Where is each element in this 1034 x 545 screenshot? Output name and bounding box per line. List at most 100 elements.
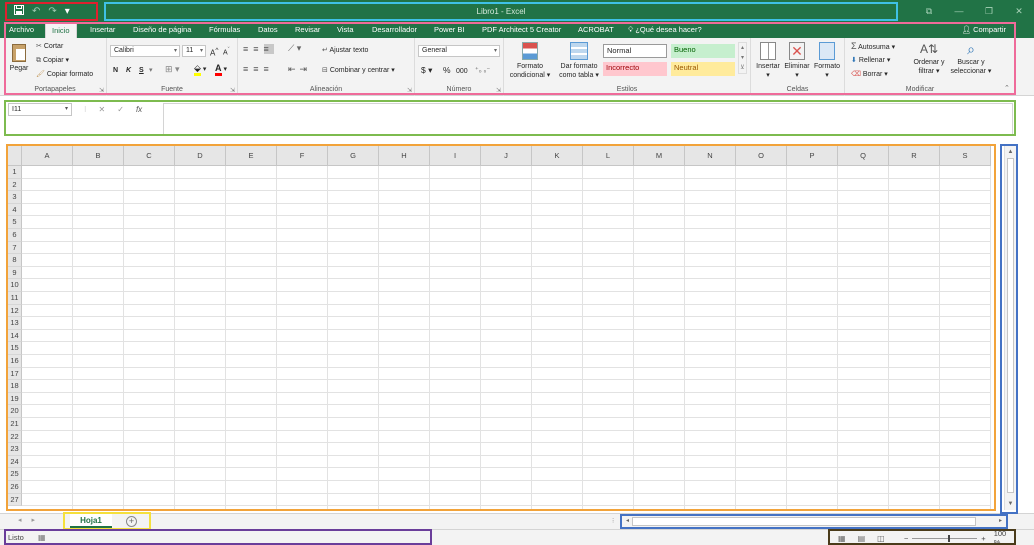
column-header-s[interactable]: S xyxy=(940,146,991,166)
close-button[interactable]: ✕ xyxy=(1004,0,1034,22)
delete-cells-button[interactable]: ✕ Eliminar ▾ xyxy=(782,42,812,80)
style-neutral[interactable]: Neutral xyxy=(671,62,735,76)
column-header-c[interactable]: C xyxy=(124,146,175,166)
add-sheet-button[interactable]: + xyxy=(126,516,137,527)
row-header-10[interactable]: 10 xyxy=(8,279,22,292)
cancel-icon[interactable]: ✕ xyxy=(99,105,106,114)
formula-input[interactable] xyxy=(163,103,1013,136)
minimize-button[interactable]: — xyxy=(944,0,974,22)
percent-button[interactable]: % xyxy=(443,66,451,75)
tab-revisar[interactable]: Revisar xyxy=(295,22,320,38)
fill-button[interactable]: ⬇ Rellenar ▾ xyxy=(851,56,890,65)
zoom-level[interactable]: 100 % xyxy=(994,529,1014,545)
underline-button[interactable]: S xyxy=(139,66,144,75)
row-header-21[interactable]: 21 xyxy=(8,418,22,431)
page-layout-view-icon[interactable]: ▤ xyxy=(858,534,866,543)
tab-archivo[interactable]: Archivo xyxy=(9,22,34,38)
row-header-17[interactable]: 17 xyxy=(8,367,22,381)
share-button[interactable]: 👤︎ Compartir xyxy=(961,22,1006,38)
vertical-align-icons[interactable]: ≡≡≡ xyxy=(243,44,274,54)
zoom-slider-knob[interactable] xyxy=(948,534,951,542)
column-header-b[interactable]: B xyxy=(73,146,124,166)
name-box[interactable]: I11 ▾ xyxy=(8,103,72,116)
check-icon[interactable]: ✓ xyxy=(117,105,124,114)
save-icon[interactable] xyxy=(14,4,24,19)
decimal-icons[interactable]: ⁺₀ ₀⁻ xyxy=(475,66,490,75)
font-size-dropdown[interactable]: 11 ▾ xyxy=(182,45,206,57)
chevron-down-icon[interactable]: ▾ xyxy=(149,66,153,75)
tab-diseno-pagina[interactable]: Diseño de página xyxy=(133,22,191,38)
insert-cells-button[interactable]: Insertar ▾ xyxy=(754,42,782,80)
dialog-launcher-icon[interactable]: ⇲ xyxy=(407,87,412,94)
format-painter-button[interactable]: 🖌︎ Copiar formato xyxy=(36,70,93,79)
customize-qat-icon[interactable]: ▾ xyxy=(65,6,70,18)
zoom-out-icon[interactable]: − xyxy=(904,534,908,543)
format-as-table-button[interactable]: Dar formato como tabla ▾ xyxy=(555,42,603,80)
column-header-o[interactable]: O xyxy=(736,146,787,166)
column-header-q[interactable]: Q xyxy=(838,146,889,166)
row-header-7[interactable]: 7 xyxy=(8,241,22,255)
style-bueno[interactable]: Bueno xyxy=(671,44,735,58)
vertical-scroll-thumb[interactable] xyxy=(1007,158,1014,493)
autosum-button[interactable]: Σ Autosuma ▾ xyxy=(851,42,895,52)
column-header-r[interactable]: R xyxy=(889,146,940,166)
ribbon-display-icon[interactable]: ⧉ xyxy=(914,0,944,22)
column-header-e[interactable]: E xyxy=(226,146,277,166)
page-break-view-icon[interactable]: ◫ xyxy=(877,534,885,543)
borders-icon[interactable]: ⊞ ▾ xyxy=(165,65,180,74)
indent-icons[interactable]: ⇤⇥ xyxy=(288,65,311,74)
normal-view-icon[interactable]: ▦ xyxy=(838,534,846,543)
maximize-button[interactable]: ❐ xyxy=(974,0,1004,22)
row-header-1[interactable]: 1 xyxy=(8,166,22,179)
worksheet-grid[interactable]: A B C D E F G H I J K L M N O P Q R S 1 2 3 4 5 6 7 8 9 10 11 12 13 14 15… xyxy=(8,146,994,510)
column-header-h[interactable]: H xyxy=(379,146,430,166)
sheet-nav-arrows[interactable]: ◂▸ xyxy=(18,516,45,524)
horizontal-scroll-thumb[interactable] xyxy=(632,517,976,526)
row-header-24[interactable]: 24 xyxy=(8,455,22,469)
tell-me-box[interactable]: 💡︎ ¿Qué desea hacer? xyxy=(628,22,702,38)
row-header-4[interactable]: 4 xyxy=(8,203,22,217)
row-header-3[interactable]: 3 xyxy=(8,191,22,204)
row-header-23[interactable]: 23 xyxy=(8,443,22,456)
tab-inicio[interactable]: Inicio xyxy=(45,23,77,38)
styles-gallery-scroll[interactable]: ▴ ▾ ⊻ xyxy=(738,42,747,74)
vertical-scrollbar[interactable]: ▲ ▼ xyxy=(1004,146,1016,510)
column-header-a[interactable]: A xyxy=(22,146,73,166)
number-format-dropdown[interactable]: General ▾ xyxy=(418,45,500,57)
column-header-l[interactable]: L xyxy=(583,146,634,166)
scroll-down-icon[interactable]: ▼ xyxy=(1005,499,1016,509)
scroll-up-icon[interactable]: ▲ xyxy=(1005,147,1016,157)
select-all-button[interactable] xyxy=(8,146,22,166)
row-header-12[interactable]: 12 xyxy=(8,304,22,318)
currency-button[interactable]: $ ▾ xyxy=(421,66,432,75)
column-header-p[interactable]: P xyxy=(787,146,838,166)
font-color-icon[interactable]: A ▾ xyxy=(215,63,227,76)
tab-formulas[interactable]: Fórmulas xyxy=(209,22,240,38)
column-header-j[interactable]: J xyxy=(481,146,532,166)
redo-icon[interactable]: ↷ xyxy=(48,6,56,18)
fill-color-icon[interactable]: ⬙ ▾ xyxy=(194,63,206,76)
horizontal-align-icons[interactable]: ≡≡≡ xyxy=(243,65,274,74)
cut-button[interactable]: ✂ Cortar xyxy=(36,42,63,51)
wrap-text-button[interactable]: ↵ Ajustar texto xyxy=(322,46,368,55)
style-normal[interactable]: Normal xyxy=(603,44,667,58)
macro-record-icon[interactable]: ▦ xyxy=(38,531,46,545)
copy-button[interactable]: ⧉ Copiar ▾ xyxy=(36,56,69,65)
row-header-8[interactable]: 8 xyxy=(8,254,22,267)
column-header-g[interactable]: G xyxy=(328,146,379,166)
row-header-18[interactable]: 18 xyxy=(8,380,22,393)
tab-power-bi[interactable]: Power BI xyxy=(434,22,464,38)
bold-button[interactable]: N xyxy=(113,66,118,75)
dialog-launcher-icon[interactable]: ⇲ xyxy=(99,87,104,94)
zoom-slider[interactable] xyxy=(912,534,978,542)
tab-vista[interactable]: Vista xyxy=(337,22,354,38)
row-header-6[interactable]: 6 xyxy=(8,229,22,242)
conditional-format-button[interactable]: Formato condicional ▾ xyxy=(506,42,554,80)
column-header-n[interactable]: N xyxy=(685,146,736,166)
row-header-11[interactable]: 11 xyxy=(8,292,22,305)
thousands-button[interactable]: 000 xyxy=(456,67,468,76)
clear-button[interactable]: ⌫ Borrar ▾ xyxy=(851,70,888,79)
italic-button[interactable]: K xyxy=(126,66,131,75)
row-header-13[interactable]: 13 xyxy=(8,317,22,330)
merge-center-button[interactable]: ⊟ Combinar y centrar ▾ xyxy=(322,66,395,75)
